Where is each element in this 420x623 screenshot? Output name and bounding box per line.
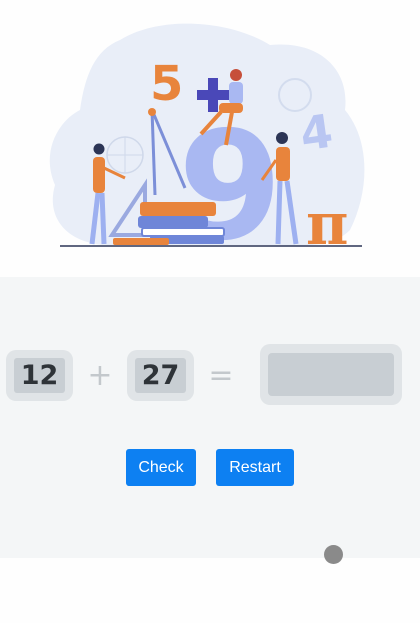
- operand-b: 27: [135, 358, 186, 393]
- problem-panel: 12 + 27 = Check Restart: [0, 277, 420, 558]
- restart-button[interactable]: Restart: [216, 449, 294, 486]
- math-learning-illustration: 5 4 9 π: [49, 23, 365, 274]
- pi-symbol-decoration: π: [306, 190, 348, 258]
- hero-illustration-area: 5 4 9 π: [0, 0, 420, 277]
- answer-input[interactable]: [268, 353, 394, 396]
- person-left-head: [93, 143, 105, 155]
- operand-a-box: 12: [6, 350, 73, 401]
- operator-symbol: +: [87, 358, 113, 393]
- check-button[interactable]: Check: [126, 449, 196, 486]
- person-right-head: [276, 132, 288, 144]
- book-stack: [140, 202, 216, 216]
- equals-symbol: =: [208, 358, 234, 393]
- answer-box: [260, 344, 402, 405]
- operand-a: 12: [14, 358, 65, 393]
- cursor-indicator: [324, 545, 343, 564]
- operand-b-box: 27: [127, 350, 194, 401]
- person-top-head: [230, 69, 242, 81]
